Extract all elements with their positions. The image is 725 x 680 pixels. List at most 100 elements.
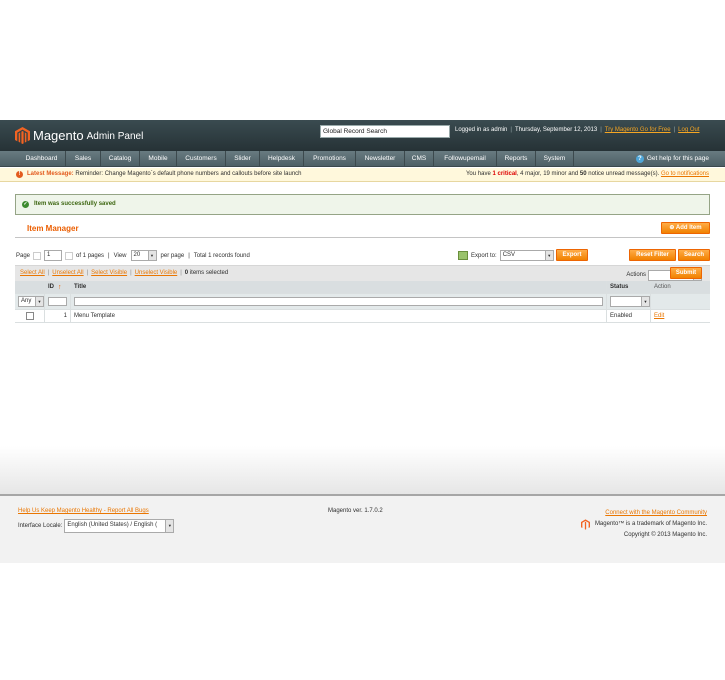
filter-id-cell <box>45 294 71 309</box>
filter-title-input[interactable] <box>74 297 603 306</box>
footer-right: Connect with the Magento Community Magen… <box>580 508 707 541</box>
header-status[interactable]: Status <box>607 281 651 293</box>
select-visible-link[interactable]: Select Visible <box>91 270 127 276</box>
nav-item-promotions[interactable]: Promotions <box>304 151 356 166</box>
header-bar: Magento Admin Panel Global Record Search… <box>0 120 725 151</box>
of-pages-text: of 1 pages <box>76 252 105 259</box>
header-date: Thursday, September 12, 2013 <box>514 127 598 133</box>
notice-count: 50 <box>579 171 587 177</box>
export-icon <box>458 251 468 260</box>
next-page-icon[interactable] <box>65 251 74 260</box>
admin-page: Magento Admin Panel Global Record Search… <box>0 120 725 563</box>
magento-logo-icon <box>15 126 30 144</box>
trademark-text: Magento™ is a trademark of Magento Inc. <box>594 521 707 527</box>
add-icon: ⊕ <box>669 225 675 231</box>
massaction-bar: Select All | Unselect All | Select Visible | U… <box>15 265 710 282</box>
row-id: 1 <box>45 310 71 322</box>
header-id[interactable]: ID ↑ <box>45 281 71 293</box>
pager: Page 1 of 1 pages | View 20 ▼ per page | … <box>16 250 250 261</box>
nav-item-cms[interactable]: CMS <box>405 151 434 166</box>
nav-item-newsletter[interactable]: Newsletter <box>356 151 405 166</box>
search-button[interactable]: Search <box>678 249 710 261</box>
report-bugs-link[interactable]: Help Us Keep Magento Healthy - Report Al… <box>18 508 149 514</box>
export-button[interactable]: Export <box>556 249 588 261</box>
row-action-cell: Edit <box>651 310 710 322</box>
locale-select[interactable]: English (United States) / English (▼ <box>64 519 175 533</box>
filter-status-select[interactable]: ▼ <box>610 296 650 307</box>
selected-label: items selected <box>189 270 229 276</box>
logo-subtitle: Admin Panel <box>86 130 144 142</box>
logged-in-text: Logged in as admin <box>455 127 508 133</box>
filter-status-cell: ▼ <box>607 294 651 309</box>
reset-filter-button[interactable]: Reset Filter <box>629 249 676 261</box>
trademark-row: Magento™ is a trademark of Magento Inc. <box>580 519 707 530</box>
unselect-all-link[interactable]: Unselect All <box>52 270 83 276</box>
nav-item-sales[interactable]: Sales <box>66 151 101 166</box>
per-page-value: 20 <box>133 252 141 258</box>
table-row[interactable]: 1 Menu Template Enabled Edit <box>15 310 710 323</box>
export-format-select[interactable]: CSV ▼ <box>499 250 554 261</box>
chevron-down-icon: ▼ <box>165 520 174 532</box>
main-nav: Dashboard Sales Catalog Mobile Customers… <box>0 151 725 167</box>
latest-message-text: Reminder: Change Magento`s default phone… <box>75 171 302 177</box>
row-checkbox-cell <box>15 310 45 322</box>
header-user-info: Logged in as admin | Thursday, September 1… <box>455 127 700 133</box>
title-divider <box>15 237 710 238</box>
grid-header-row: ID ↑ Title Status Action <box>15 281 710 294</box>
item-grid: ID ↑ Title Status Action Any ▼ ▼ 1 Menu Te… <box>15 281 710 323</box>
header-title[interactable]: Title <box>71 281 607 293</box>
try-magento-go-link[interactable]: Try Magento Go for Free <box>605 127 671 133</box>
logo-text: Magento <box>33 127 84 143</box>
nav-item-followupemail[interactable]: Followupemail <box>434 151 497 166</box>
nav-item-catalog[interactable]: Catalog <box>101 151 140 166</box>
grid-filter-row: Any ▼ ▼ <box>15 294 710 310</box>
logout-link[interactable]: Log Out <box>678 127 699 133</box>
chevron-down-icon: ▼ <box>641 297 649 306</box>
success-message: ✓ Item was successfully saved <box>15 194 710 215</box>
nav-item-reports[interactable]: Reports <box>497 151 536 166</box>
critical-word: critical <box>497 171 517 177</box>
per-page-label: per page <box>160 252 185 259</box>
page-title: Item Manager <box>27 224 79 233</box>
latest-message: Latest Message: Reminder: Change Magento… <box>27 168 302 181</box>
global-search-input[interactable]: Global Record Search <box>320 125 450 138</box>
nav-item-slider[interactable]: Slider <box>226 151 260 166</box>
filter-any-select[interactable]: Any ▼ <box>18 296 44 307</box>
help-link[interactable]: ? Get help for this page <box>635 151 709 166</box>
header-id-label: ID <box>48 284 54 290</box>
filter-title-cell <box>71 294 607 309</box>
row-checkbox[interactable] <box>25 312 34 320</box>
unselect-visible-link[interactable]: Unselect Visible <box>135 270 178 276</box>
locale-label: Interface Locale: <box>18 523 63 529</box>
submit-button[interactable]: Submit <box>670 267 702 279</box>
page-number-input[interactable]: 1 <box>44 250 63 261</box>
filter-id-input[interactable] <box>48 297 67 306</box>
export-label: Export to: <box>471 252 497 259</box>
magento-small-logo-icon <box>580 519 590 530</box>
go-to-notifications-link[interactable]: Go to notifications <box>661 171 709 177</box>
sort-arrow-icon: ↑ <box>58 283 62 291</box>
massaction-links: Select All | Unselect All | Select Visible | U… <box>20 270 229 276</box>
nav-item-helpdesk[interactable]: Helpdesk <box>260 151 304 166</box>
nav-item-dashboard[interactable]: Dashboard <box>18 151 66 166</box>
latest-message-label: Latest Message: <box>27 171 74 177</box>
notice-summary: You have 1 critical, 4 major, 19 minor a… <box>466 168 709 181</box>
export-controls: Export to: CSV ▼ <box>458 250 554 261</box>
prev-page-icon[interactable] <box>33 251 42 260</box>
chevron-down-icon: ▼ <box>35 297 43 306</box>
copyright-text: Copyright © 2013 Magento Inc. <box>623 532 707 538</box>
help-icon: ? <box>635 154 644 163</box>
per-page-select[interactable]: 20 ▼ <box>130 250 157 261</box>
community-link[interactable]: Connect with the Magento Community <box>605 510 707 516</box>
nav-item-system[interactable]: System <box>536 151 574 166</box>
notice-suffix: notice unread message(s). <box>588 171 660 177</box>
row-edit-link[interactable]: Edit <box>654 313 664 319</box>
footer: Help Us Keep Magento Healthy - Report Al… <box>0 494 725 563</box>
nav-item-customers[interactable]: Customers <box>177 151 226 166</box>
view-label: View <box>113 252 127 259</box>
nav-item-mobile[interactable]: Mobile <box>140 151 177 166</box>
select-all-link[interactable]: Select All <box>20 270 45 276</box>
add-item-button[interactable]: ⊕ Add Item <box>661 222 710 234</box>
critical-count: 1 <box>492 171 496 177</box>
magento-logo[interactable]: Magento Admin Panel <box>15 126 143 144</box>
